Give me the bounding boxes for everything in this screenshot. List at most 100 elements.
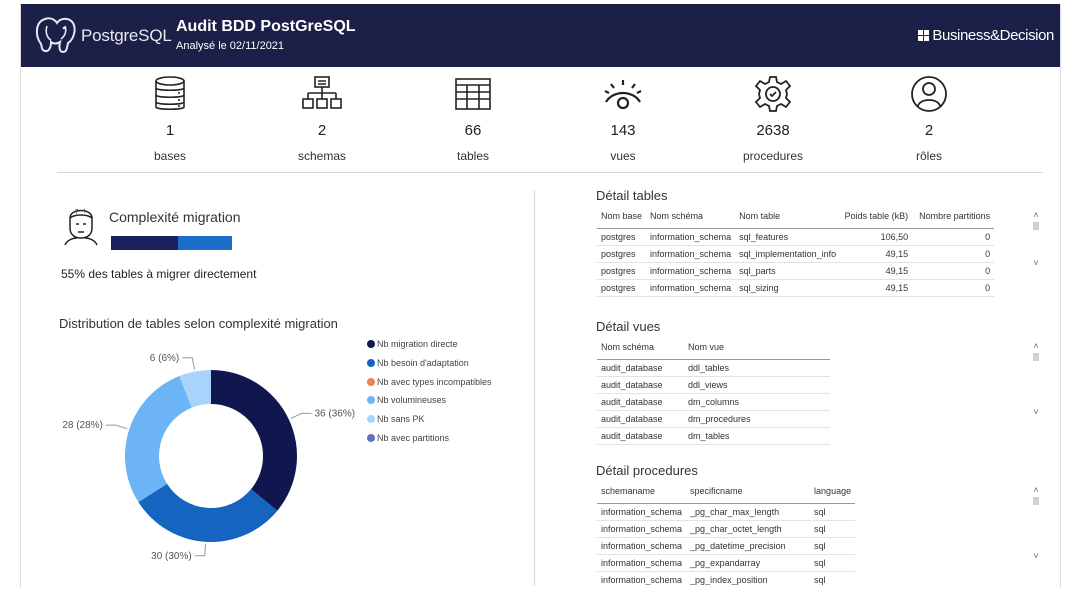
legend-label: Nb besoin d'adaptation <box>377 358 469 369</box>
legend-item[interactable]: Nb migration directe <box>367 335 492 354</box>
gear-icon <box>754 76 792 112</box>
table-cell: information_schema <box>597 554 687 572</box>
column-divider <box>534 190 535 586</box>
donut-slice-0[interactable] <box>211 370 297 511</box>
scroll-up-icon[interactable]: ˄ <box>1031 485 1041 495</box>
table-cell: postgres <box>597 279 647 297</box>
table-row[interactable]: postgres information_schema sql_sizing 49,1… <box>597 279 995 297</box>
label-leader-line <box>194 543 206 557</box>
table-cell: ddl_views <box>684 376 830 394</box>
legend-marker <box>367 415 375 424</box>
svg-text:!: ! <box>83 208 85 215</box>
legend-marker <box>367 396 375 405</box>
table-cell: information_schema <box>646 279 736 297</box>
legend-label: Nb avec partitions <box>377 432 450 443</box>
legend-item[interactable]: Nb avec partitions <box>367 428 492 447</box>
scroll-down-icon[interactable]: ˅ <box>1031 407 1041 417</box>
table-row[interactable]: audit_database ddl_views <box>597 376 830 394</box>
chart-legend: Nb migration directe Nb besoin d'adaptati… <box>367 335 492 447</box>
kpi-value: 143 <box>610 122 636 139</box>
scroll-thumb[interactable] <box>1033 497 1039 505</box>
scroll-up-icon[interactable]: ˄ <box>1031 210 1041 220</box>
section-divider <box>57 172 1043 173</box>
table-cell: 49,15 <box>840 279 913 297</box>
legend-item[interactable]: Nb avec types incompatibles <box>367 372 492 391</box>
procedures-scrollbar[interactable]: ˄ ˅ <box>1031 485 1041 561</box>
table-cell: sql_sizing <box>735 279 841 297</box>
scroll-thumb[interactable] <box>1033 222 1039 230</box>
kpi-tables: 66 tables <box>403 74 543 163</box>
table-row[interactable]: postgres information_schema sql_parts 49,15… <box>597 262 995 280</box>
table-cell: 0 <box>912 245 995 263</box>
scroll-up-icon[interactable]: ˄ <box>1031 341 1041 351</box>
table-row[interactable]: information_schema _pg_index_position sql <box>597 571 856 585</box>
scroll-thumb[interactable] <box>1033 353 1039 361</box>
scroll-down-icon[interactable]: ˅ <box>1031 551 1041 561</box>
column-header[interactable]: specificname <box>686 479 811 504</box>
column-header[interactable]: Nom vue <box>684 335 830 360</box>
table-cell: _pg_index_position <box>686 571 811 585</box>
legend-marker <box>367 359 375 368</box>
views-scrollbar[interactable]: ˄ ˅ <box>1031 341 1041 417</box>
kpi-value: 2 <box>924 122 934 139</box>
legend-item[interactable]: Nb besoin d'adaptation <box>367 354 492 373</box>
table-header-row: Nom schéma Nom vue <box>597 335 830 360</box>
column-header[interactable]: Nom base <box>597 204 647 229</box>
scroll-down-icon[interactable]: ˅ <box>1031 258 1041 268</box>
data-label: 36 (36%) <box>314 408 355 419</box>
column-header[interactable]: Nombre partitions <box>912 204 995 229</box>
legend-label: Nb migration directe <box>377 339 458 350</box>
table-row[interactable]: information_schema _pg_char_max_length sql <box>597 503 856 521</box>
procedures-detail-title: Détail procedures <box>596 463 698 478</box>
tables-scrollbar[interactable]: ˄ ˅ <box>1031 210 1041 268</box>
table-cell: sql <box>810 520 856 538</box>
kpi-label: procedures <box>742 149 804 163</box>
table-cell: sql_implementation_info <box>735 245 841 263</box>
table-cell: _pg_char_max_length <box>686 503 811 521</box>
kpi-value: 66 <box>464 122 482 139</box>
table-cell: ddl_tables <box>684 359 830 377</box>
table-row[interactable]: audit_database dm_procedures <box>597 410 830 428</box>
label-leader-line <box>182 357 196 370</box>
label-leader-line <box>290 412 312 419</box>
table-row[interactable]: information_schema _pg_char_octet_length s… <box>597 520 856 538</box>
legend-item[interactable]: Nb sans PK <box>367 410 492 429</box>
table-cell: dm_tables <box>684 427 830 445</box>
table-header-row: schemaname specificname language <box>597 479 856 504</box>
table-row[interactable]: postgres information_schema sql_implementa… <box>597 245 995 263</box>
kpi-bases: 1 bases <box>100 74 240 163</box>
table-cell: information_schema <box>597 537 687 555</box>
kpi-roles: 2 rôles <box>859 74 999 163</box>
column-header[interactable]: Nom table <box>735 204 841 229</box>
legend-item[interactable]: Nb volumineuses <box>367 391 492 410</box>
procedures-clip: schemaname specificname language informatio… <box>597 479 856 585</box>
table-cell: audit_database <box>597 393 684 411</box>
label-leader-line <box>105 424 128 430</box>
kpi-value: 2638 <box>756 122 790 139</box>
table-cell: information_schema <box>597 520 687 538</box>
kpi-label: schemas <box>297 149 347 163</box>
table-cell: sql <box>810 554 856 572</box>
table-row[interactable]: information_schema _pg_expandarray sql <box>597 554 856 572</box>
kpi-label: vues <box>610 149 636 163</box>
table-row[interactable]: information_schema _pg_datetime_precision… <box>597 537 856 555</box>
table-row[interactable]: audit_database dm_tables <box>597 427 830 445</box>
table-row[interactable]: audit_database dm_columns <box>597 393 830 411</box>
table-cell: information_schema <box>646 228 736 246</box>
kpi-value: 1 <box>165 122 175 139</box>
table-cell: 49,15 <box>840 262 913 280</box>
table-row[interactable]: audit_database ddl_tables <box>597 359 830 377</box>
donut-slice-3[interactable] <box>125 376 192 503</box>
table-row[interactable]: postgres information_schema sql_features 10… <box>597 228 995 246</box>
column-header[interactable]: Poids table (kB) <box>840 204 913 229</box>
column-header[interactable]: language <box>810 479 856 504</box>
column-header[interactable]: Nom schéma <box>597 335 684 360</box>
data-label: 6 (6%) <box>150 353 179 364</box>
legend-marker <box>367 377 375 386</box>
table-cell: sql <box>810 537 856 555</box>
complexity-summary: 55% des tables à migrer directement <box>61 267 257 281</box>
column-header[interactable]: Nom schéma <box>646 204 736 229</box>
thinking-head-icon: ? ! <box>64 208 98 246</box>
column-header[interactable]: schemaname <box>597 479 687 504</box>
legend-label: Nb sans PK <box>377 414 425 425</box>
